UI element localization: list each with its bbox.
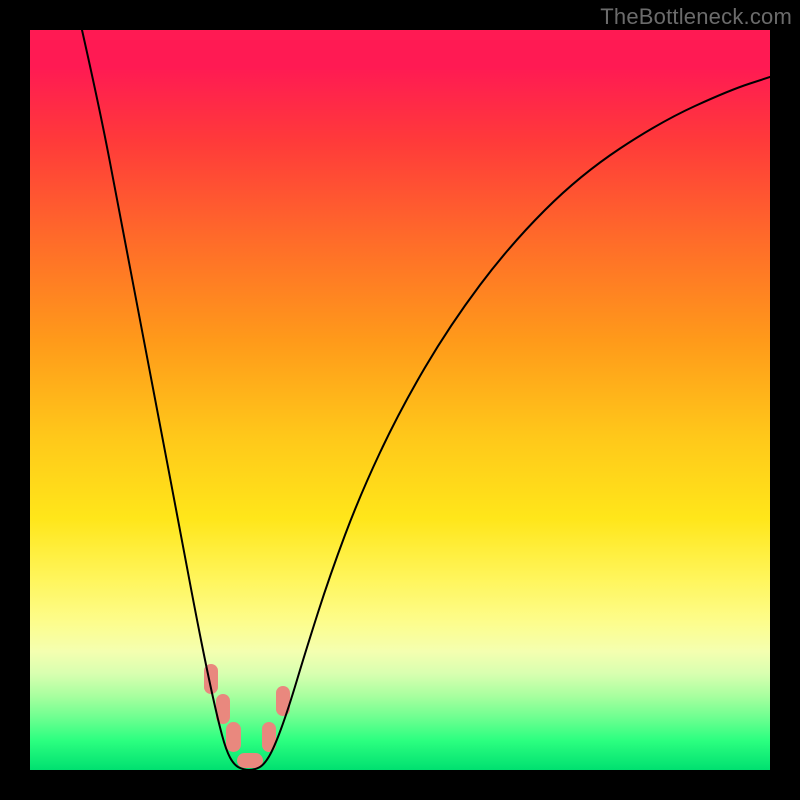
- marker-valley: [237, 753, 263, 768]
- watermark-text: TheBottleneck.com: [600, 4, 792, 30]
- bottleneck-curve: [82, 30, 770, 770]
- chart-frame: TheBottleneck.com: [0, 0, 800, 800]
- marker-left-low: [226, 722, 241, 752]
- plot-area: [30, 30, 770, 770]
- chart-svg: [30, 30, 770, 770]
